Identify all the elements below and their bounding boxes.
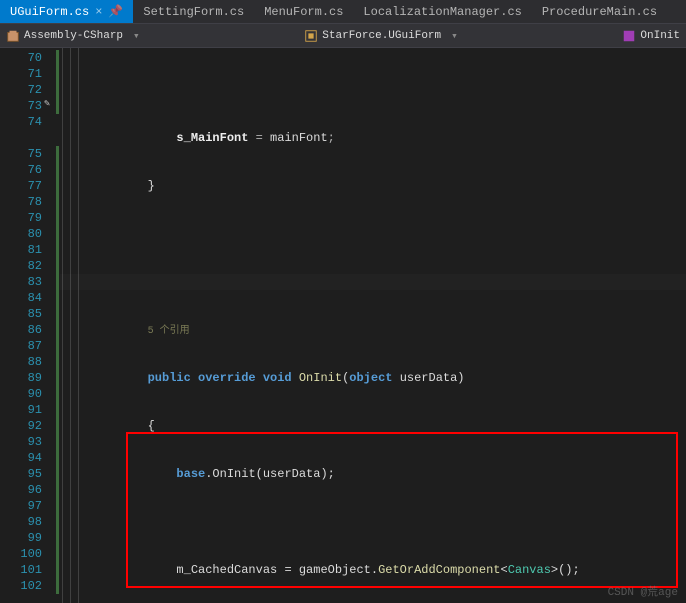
assembly-dropdown[interactable]: Assembly-CSharp: [6, 29, 123, 43]
class-icon: [304, 29, 318, 43]
code-line: [60, 82, 686, 98]
code-line: {: [60, 418, 686, 434]
class-label: StarForce.UGuiForm: [322, 30, 441, 42]
dropdown-arrow-icon[interactable]: ▾: [447, 29, 462, 43]
code-area[interactable]: s_MainFont = mainFont; } 5 个引用 public ov…: [60, 48, 686, 603]
tab-menuform[interactable]: MenuForm.cs: [254, 0, 353, 23]
code-line: public override void OnInit(object userD…: [60, 370, 686, 386]
codelens[interactable]: 5 个引用: [60, 322, 686, 338]
code-line: [60, 226, 686, 242]
assembly-icon: [6, 29, 20, 43]
tab-settingform[interactable]: SettingForm.cs: [133, 0, 254, 23]
watermark: CSDN @荒age: [608, 583, 678, 599]
tab-bar: UGuiForm.cs×📌 SettingForm.cs MenuForm.cs…: [0, 0, 686, 24]
dropdown-arrow-icon[interactable]: ▾: [129, 29, 144, 43]
change-bar: [56, 146, 59, 594]
tab-localizationmanager[interactable]: LocalizationManager.cs: [353, 0, 531, 23]
member-label: OnInit: [640, 30, 680, 42]
code-line: [60, 514, 686, 530]
code-line: s_MainFont = mainFont;: [60, 130, 686, 146]
code-line: m_CachedCanvas = gameObject.GetOrAddComp…: [60, 562, 686, 578]
tab-proceduremain[interactable]: ProcedureMain.cs: [532, 0, 667, 23]
edit-indicator-icon: ✎: [44, 98, 50, 110]
line-number-gutter: 7071727374 75767778798081828384858687888…: [0, 48, 60, 603]
close-icon[interactable]: ×: [95, 5, 102, 19]
code-line: base.OnInit(userData);: [60, 466, 686, 482]
change-bar: [56, 50, 59, 114]
method-icon: [622, 29, 636, 43]
code-editor[interactable]: 7071727374 75767778798081828384858687888…: [0, 48, 686, 603]
code-line: }: [60, 178, 686, 194]
code-line: [60, 274, 686, 290]
tab-uguiform[interactable]: UGuiForm.cs×📌: [0, 0, 133, 23]
pin-icon[interactable]: 📌: [108, 4, 123, 19]
assembly-label: Assembly-CSharp: [24, 30, 123, 42]
navigation-bar: Assembly-CSharp ▾ StarForce.UGuiForm ▾ O…: [0, 24, 686, 48]
member-dropdown[interactable]: OnInit: [622, 29, 680, 43]
class-dropdown[interactable]: StarForce.UGuiForm: [304, 29, 441, 43]
